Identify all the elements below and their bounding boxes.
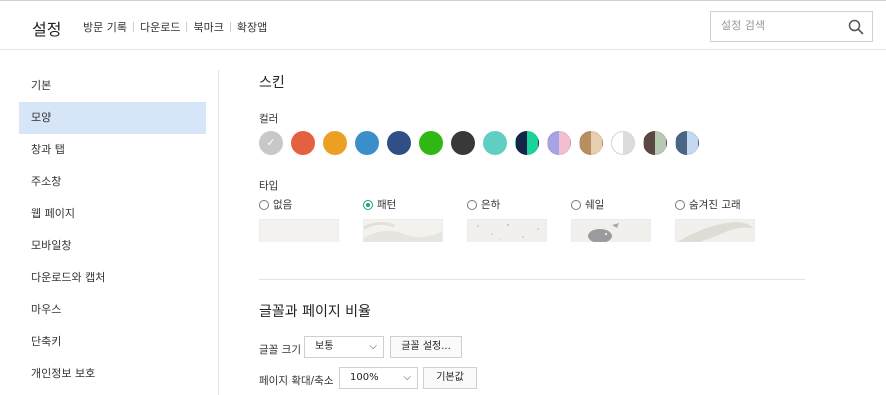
- preview-image: [676, 220, 754, 242]
- section-divider: [259, 279, 805, 280]
- type-radio-pattern[interactable]: 패턴: [363, 197, 396, 212]
- nav-divider: [186, 22, 188, 32]
- color-swatch-dark[interactable]: [451, 131, 475, 155]
- radio-button[interactable]: [363, 199, 373, 210]
- preview-image: [364, 221, 442, 242]
- color-swatch-navy-green[interactable]: [515, 131, 539, 155]
- default-zoom-button[interactable]: 기본값: [423, 367, 477, 389]
- chevron-down-icon: ⌵: [369, 341, 377, 352]
- sidebar-item-privacy[interactable]: 개인정보 보호: [19, 358, 206, 390]
- page-title: 설정: [32, 20, 62, 39]
- sidebar-item-appearance[interactable]: 모양: [19, 102, 206, 134]
- page-zoom-label: 페이지 확대/축소: [259, 375, 334, 387]
- color-swatch-red[interactable]: [291, 131, 315, 155]
- type-preview-galaxy[interactable]: [467, 219, 547, 242]
- type-label: 타입: [259, 180, 279, 192]
- sidebar-item-shortcuts[interactable]: 단축키: [19, 326, 206, 358]
- page-zoom-select[interactable]: 100% ⌵: [339, 367, 418, 389]
- color-label: 컬러: [259, 113, 279, 125]
- type-option-label: 은하: [481, 199, 501, 211]
- color-swatch-slate-lightblue[interactable]: [675, 131, 699, 155]
- page-zoom-value: 100%: [350, 372, 379, 383]
- type-option-label: 패턴: [377, 199, 397, 211]
- sidebar-item-mobile-window[interactable]: 모바일창: [19, 230, 206, 262]
- nav-divider: [132, 22, 134, 32]
- sidebar-item-download-capture[interactable]: 다운로드와 캡처: [19, 262, 206, 294]
- sidebar-item-web-page[interactable]: 웹 페이지: [19, 198, 206, 230]
- type-preview-whale[interactable]: [571, 219, 651, 242]
- sidebar-item-address-bar[interactable]: 주소창: [19, 166, 206, 198]
- color-swatch-gray[interactable]: ✓: [259, 131, 283, 155]
- color-swatch-white-gray[interactable]: [611, 131, 635, 155]
- type-option-pattern: 패턴: [363, 197, 443, 242]
- type-option-galaxy: 은하: [467, 197, 547, 242]
- type-radio-galaxy[interactable]: 은하: [467, 197, 500, 212]
- font-size-value: 보통: [315, 341, 334, 352]
- nav-history-link[interactable]: 방문 기록: [83, 19, 127, 35]
- font-size-select[interactable]: 보통 ⌵: [304, 336, 384, 358]
- search-box[interactable]: [710, 11, 873, 42]
- sidebar-divider: [218, 70, 219, 395]
- type-option-label: 숨겨진 고래: [689, 199, 741, 211]
- nav-downloads-link[interactable]: 다운로드: [140, 19, 180, 35]
- type-option-whale: 쉐일: [571, 197, 651, 242]
- type-option-hidden-whale: 숨겨진 고래: [675, 197, 755, 242]
- type-radio-hidden-whale[interactable]: 숨겨진 고래: [675, 197, 741, 212]
- nav-divider: [229, 22, 231, 32]
- preview-image: [572, 220, 650, 242]
- type-radio-whale[interactable]: 쉐일: [571, 197, 604, 212]
- color-swatch-tan-beige[interactable]: [579, 131, 603, 155]
- sidebar-item-basic[interactable]: 기본: [19, 70, 206, 102]
- type-radio-none[interactable]: 없음: [259, 197, 292, 212]
- radio-button[interactable]: [675, 199, 685, 210]
- check-icon: ✓: [266, 136, 276, 149]
- header-nav: 방문 기록 다운로드 북마크 확장앱: [83, 19, 267, 35]
- font-size-label: 글꼴 크기: [259, 344, 301, 356]
- search-icon[interactable]: [848, 19, 864, 35]
- radio-button[interactable]: [571, 199, 581, 210]
- font-settings-button[interactable]: 글꼴 설정...: [390, 336, 462, 358]
- nav-bookmarks-link[interactable]: 북마크: [193, 19, 223, 35]
- radio-button[interactable]: [467, 199, 477, 210]
- sidebar-item-windows-tabs[interactable]: 창과 탭: [19, 134, 206, 166]
- type-option-none: 없음: [259, 197, 339, 242]
- color-swatch-green[interactable]: [419, 131, 443, 155]
- type-option-label: 쉐일: [585, 199, 605, 211]
- sidebar-item-mouse[interactable]: 마우스: [19, 294, 206, 326]
- font-section-title: 글꼴과 페이지 비율: [259, 304, 371, 320]
- color-swatch-navy[interactable]: [387, 131, 411, 155]
- color-swatch-blue[interactable]: [355, 131, 379, 155]
- type-preview-pattern[interactable]: [363, 219, 443, 242]
- type-option-label: 없음: [273, 199, 293, 211]
- color-swatch-orange[interactable]: [323, 131, 347, 155]
- color-swatch-mint[interactable]: [483, 131, 507, 155]
- nav-extensions-link[interactable]: 확장앱: [237, 19, 267, 35]
- sidebar: 기본 모양 창과 탭 주소창 웹 페이지 모바일창 다운로드와 캡처 마우스 단축키 개인정보 보…: [19, 70, 206, 390]
- color-swatch-lavender-pink[interactable]: [547, 131, 571, 155]
- color-swatch-brown-sage[interactable]: [643, 131, 667, 155]
- skin-section-title: 스킨: [259, 75, 285, 91]
- type-preview-hidden-whale[interactable]: [675, 219, 755, 242]
- search-input[interactable]: [721, 19, 841, 32]
- preview-image: [468, 220, 546, 242]
- radio-button[interactable]: [259, 199, 269, 210]
- type-preview-none[interactable]: [259, 219, 339, 242]
- chevron-down-icon: ⌵: [403, 372, 411, 383]
- color-swatches: ✓: [259, 131, 707, 155]
- header: 설정 방문 기록 다운로드 북마크 확장앱: [0, 0, 886, 50]
